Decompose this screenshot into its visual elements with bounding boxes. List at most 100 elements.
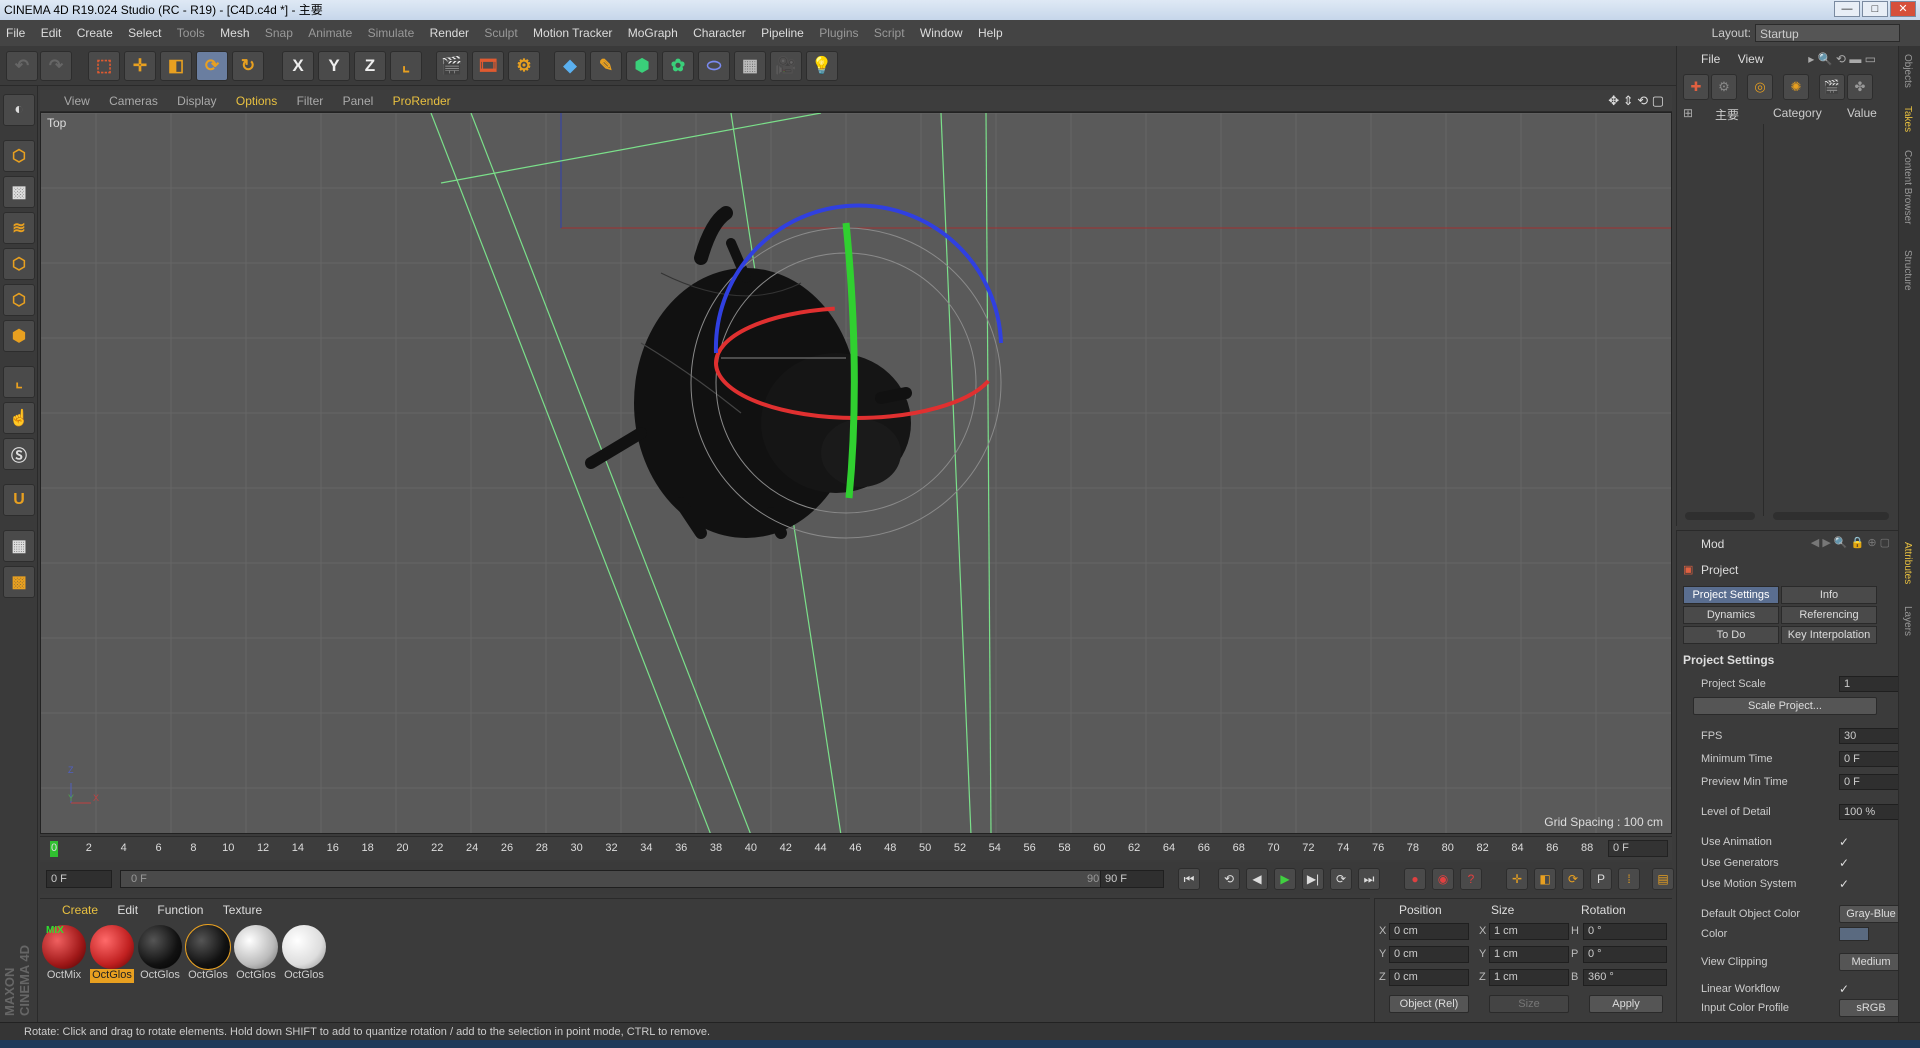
layout-selector[interactable]: Layout: Startup	[1712, 24, 1900, 42]
viewport-menu-prorender[interactable]: ProRender	[385, 90, 459, 112]
tab-to-do[interactable]: To Do	[1683, 626, 1779, 644]
menu-script[interactable]: Script	[868, 20, 911, 46]
move-tool-icon[interactable]: ✛	[124, 51, 156, 81]
deformer-icon[interactable]: ⬭	[698, 51, 730, 81]
menu-render[interactable]: Render	[424, 20, 475, 46]
size-z-field[interactable]: 1 cm	[1489, 969, 1569, 986]
size-x-field[interactable]: 1 cm	[1489, 923, 1569, 940]
viewport-menu-filter[interactable]: Filter	[289, 90, 332, 112]
camera-icon[interactable]: 🎥	[770, 51, 802, 81]
end-frame-field[interactable]: 90 F	[1100, 870, 1164, 888]
project-scale-field[interactable]: 1	[1839, 676, 1903, 692]
octane-light-icon[interactable]: ✺	[1783, 74, 1809, 100]
use-generators-checkbox[interactable]: ✓	[1839, 856, 1853, 870]
view-clipping-dropdown[interactable]: Medium	[1839, 953, 1903, 971]
size-y-field[interactable]: 1 cm	[1489, 946, 1569, 963]
fps-field[interactable]: 30	[1839, 728, 1903, 744]
horizontal-scrollbar-left[interactable]	[1685, 512, 1755, 520]
play-icon[interactable]: ▶	[1274, 868, 1296, 890]
tab-info[interactable]: Info	[1781, 586, 1877, 604]
tab-key-interpolation[interactable]: Key Interpolation	[1781, 626, 1877, 644]
layout-dropdown[interactable]: Startup	[1755, 24, 1900, 42]
make-editable-icon[interactable]: ◐	[3, 94, 35, 126]
coordinate-mode-dropdown[interactable]: Object (Rel)	[1389, 995, 1469, 1013]
floor-icon[interactable]: ▦	[734, 51, 766, 81]
axis-mode-icon[interactable]: ⌞	[3, 366, 35, 398]
menu-simulate[interactable]: Simulate	[362, 20, 421, 46]
menu-window[interactable]: Window	[914, 20, 969, 46]
viewport[interactable]: Top Z Y X Grid Spacing : 100 cm	[40, 112, 1672, 834]
object-menu-file[interactable]: File	[1701, 52, 1720, 66]
workplane-lock-icon[interactable]: ▦	[3, 530, 35, 562]
tweak-mode-icon[interactable]: ☝	[3, 402, 35, 434]
side-tab-objects[interactable]: Objects	[1902, 54, 1913, 88]
preview-min-time-field[interactable]: 0 F	[1839, 774, 1903, 790]
octane-camera-icon[interactable]: 🎬	[1819, 74, 1845, 100]
octane-material-icon[interactable]: ◎	[1747, 74, 1773, 100]
light-icon[interactable]: 💡	[806, 51, 838, 81]
model-mode-icon[interactable]: ⬡	[3, 140, 35, 172]
menu-plugins[interactable]: Plugins	[813, 20, 864, 46]
viewport-nav-icons[interactable]: ✥ ⇕ ⟲ ▢	[1608, 90, 1664, 112]
key-pla-icon[interactable]: ⁞	[1618, 868, 1640, 890]
tab-referencing[interactable]: Referencing	[1781, 606, 1877, 624]
material-menu-function[interactable]: Function	[149, 899, 211, 921]
goto-start-icon[interactable]: ⏮	[1178, 868, 1200, 890]
scale-project-button[interactable]: Scale Project...	[1693, 697, 1877, 715]
workplane-mode-icon[interactable]: ≋	[3, 212, 35, 244]
rotate-tool-icon[interactable]: ⟳	[196, 51, 228, 81]
coordinate-system-icon[interactable]: ⌞	[390, 51, 422, 81]
subdivision-surface-icon[interactable]: ⬢	[626, 51, 658, 81]
menu-select[interactable]: Select	[122, 20, 167, 46]
menu-edit[interactable]: Edit	[35, 20, 68, 46]
menu-mograph[interactable]: MoGraph	[622, 20, 684, 46]
key-rotation-icon[interactable]: ⟳	[1562, 868, 1584, 890]
menu-character[interactable]: Character	[687, 20, 752, 46]
minimize-button[interactable]: —	[1834, 1, 1860, 17]
apply-button[interactable]: Apply	[1589, 995, 1663, 1013]
side-tab-layers[interactable]: Layers	[1902, 606, 1913, 636]
material-swatch[interactable]: OctGlos	[90, 925, 134, 983]
keyframe-selection-icon[interactable]: ?	[1460, 868, 1482, 890]
size-mode-dropdown[interactable]: Size	[1489, 995, 1569, 1013]
viewport-menu-display[interactable]: Display	[169, 90, 224, 112]
menu-snap[interactable]: Snap	[259, 20, 299, 46]
side-tab-takes[interactable]: Takes	[1902, 106, 1913, 132]
menu-create[interactable]: Create	[71, 20, 119, 46]
menu-mesh[interactable]: Mesh	[214, 20, 255, 46]
object-menu-view[interactable]: View	[1738, 52, 1764, 66]
tree-expand-icon[interactable]: ⊞	[1683, 106, 1693, 120]
viewport-menu-cameras[interactable]: Cameras	[101, 90, 166, 112]
material-swatch[interactable]: OctGlos	[234, 925, 278, 983]
pen-spline-icon[interactable]: ✎	[590, 51, 622, 81]
texture-mode-icon[interactable]: ▩	[3, 176, 35, 208]
pos-z-field[interactable]: 0 cm	[1389, 969, 1469, 986]
attribute-mode-menu[interactable]: Mod	[1701, 537, 1724, 551]
menu-animate[interactable]: Animate	[302, 20, 358, 46]
tab-dynamics[interactable]: Dynamics	[1683, 606, 1779, 624]
material-swatch[interactable]: OctGlos	[185, 924, 231, 983]
render-settings-icon[interactable]: ⚙	[508, 51, 540, 81]
material-menu-create[interactable]: Create	[54, 899, 106, 921]
edges-mode-icon[interactable]: ⬡	[3, 284, 35, 316]
solo-mode-icon[interactable]: Ⓢ	[3, 438, 35, 470]
pos-y-field[interactable]: 0 cm	[1389, 946, 1469, 963]
rot-b-field[interactable]: 360 °	[1583, 969, 1667, 986]
points-mode-icon[interactable]: ⬡	[3, 248, 35, 280]
planar-workplane-icon[interactable]: ▩	[3, 566, 35, 598]
cloner-icon[interactable]: ✿	[662, 51, 694, 81]
menu-pipeline[interactable]: Pipeline	[755, 20, 810, 46]
pos-x-field[interactable]: 0 cm	[1389, 923, 1469, 940]
undo-icon[interactable]: ↶	[6, 51, 38, 81]
minimum-time-field[interactable]: 0 F	[1839, 751, 1903, 767]
material-menu-texture[interactable]: Texture	[215, 899, 270, 921]
render-picture-viewer-icon[interactable]: 🎞	[472, 51, 504, 81]
record-icon[interactable]: ●	[1404, 868, 1426, 890]
x-axis-lock-button[interactable]: X	[282, 51, 314, 81]
object-manager-tools-icons[interactable]: ▸ 🔍 ⟲ ▬ ▭	[1808, 50, 1876, 68]
menu-sculpt[interactable]: Sculpt	[478, 20, 523, 46]
preview-range-slider[interactable]: 0 F 90 F	[120, 870, 1120, 888]
use-animation-checkbox[interactable]: ✓	[1839, 835, 1853, 849]
scale-tool-icon[interactable]: ◧	[160, 51, 192, 81]
use-motion-system-checkbox[interactable]: ✓	[1839, 877, 1853, 891]
